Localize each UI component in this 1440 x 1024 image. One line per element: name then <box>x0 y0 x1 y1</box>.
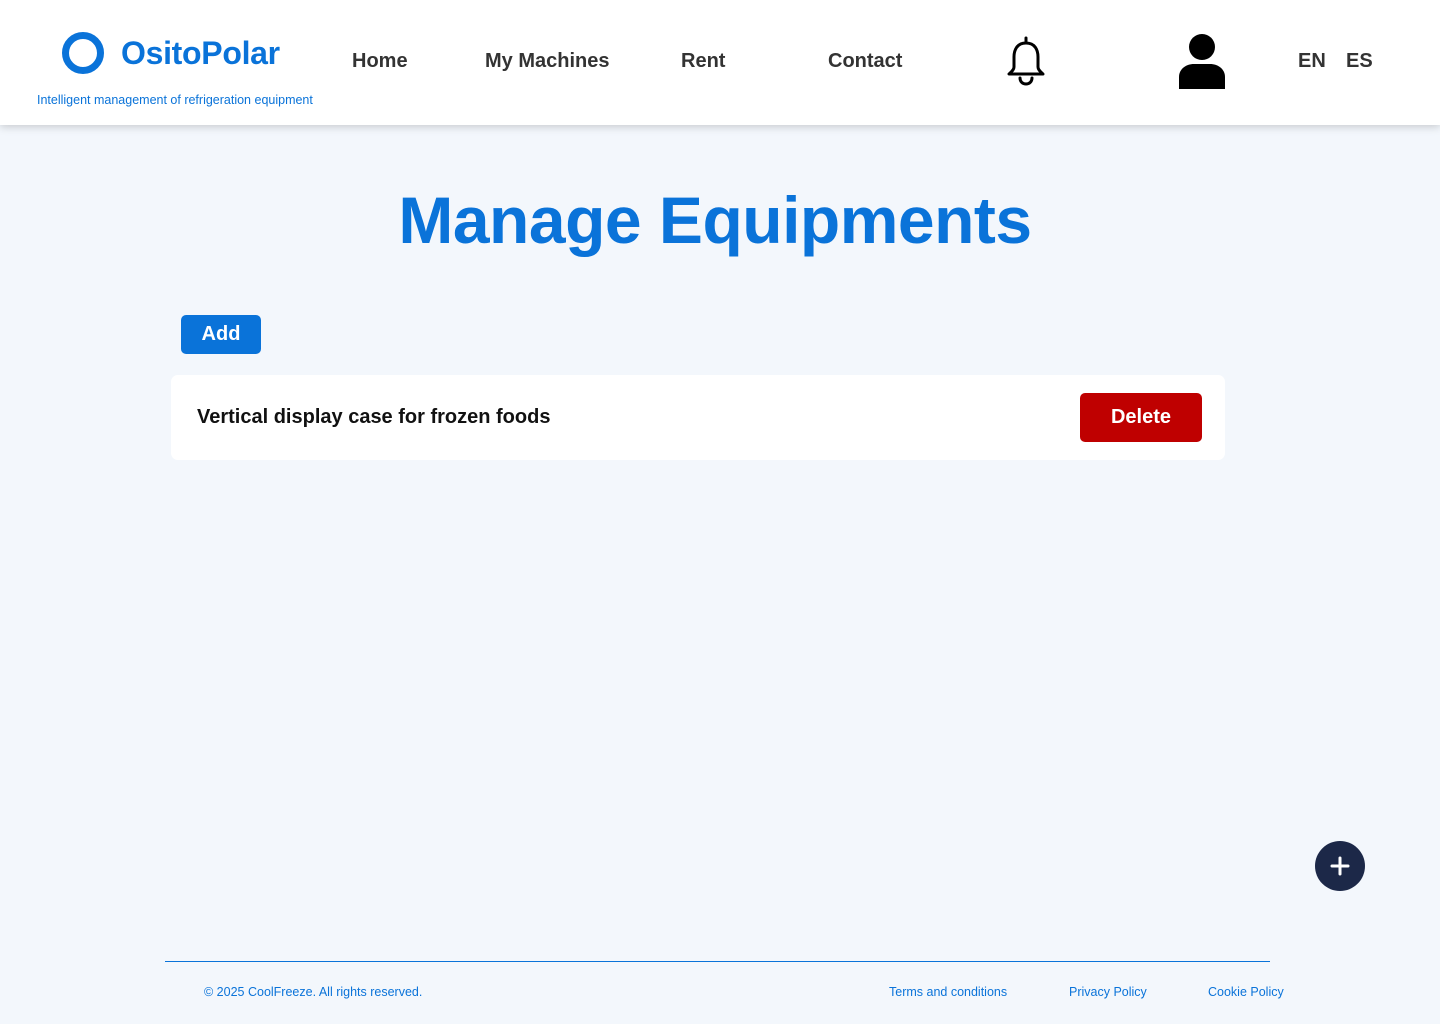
brand-logo[interactable]: OsitoPolar <box>62 32 280 74</box>
add-button[interactable]: Add <box>181 315 261 354</box>
lang-en[interactable]: EN <box>1298 50 1326 73</box>
nav-home[interactable]: Home <box>352 50 408 73</box>
nav-contact[interactable]: Contact <box>828 50 902 73</box>
nav-my-machines[interactable]: My Machines <box>485 50 609 73</box>
footer-copyright: © 2025 CoolFreeze. All rights reserved. <box>204 985 423 999</box>
logo-ring-icon <box>62 32 104 74</box>
footer-divider <box>165 961 1270 962</box>
user-icon[interactable] <box>1178 33 1226 89</box>
equipment-card: Vertical display case for frozen foods D… <box>171 375 1225 460</box>
nav-rent[interactable]: Rent <box>681 50 725 73</box>
footer-terms-link[interactable]: Terms and conditions <box>889 985 1007 999</box>
plus-icon <box>1330 856 1350 876</box>
footer-cookie-link[interactable]: Cookie Policy <box>1208 985 1284 999</box>
lang-es[interactable]: ES <box>1346 50 1373 73</box>
brand-tagline: Intelligent management of refrigeration … <box>37 93 313 107</box>
equipment-name: Vertical display case for frozen foods <box>197 406 551 428</box>
footer-privacy-link[interactable]: Privacy Policy <box>1069 985 1147 999</box>
brand-name: OsitoPolar <box>121 34 280 71</box>
delete-button[interactable]: Delete <box>1080 393 1202 442</box>
page-title: Manage Equipments <box>398 183 1032 257</box>
top-header: OsitoPolar Intelligent management of ref… <box>0 0 1440 125</box>
bell-icon[interactable] <box>1005 36 1047 86</box>
floating-add-button[interactable] <box>1315 841 1365 891</box>
